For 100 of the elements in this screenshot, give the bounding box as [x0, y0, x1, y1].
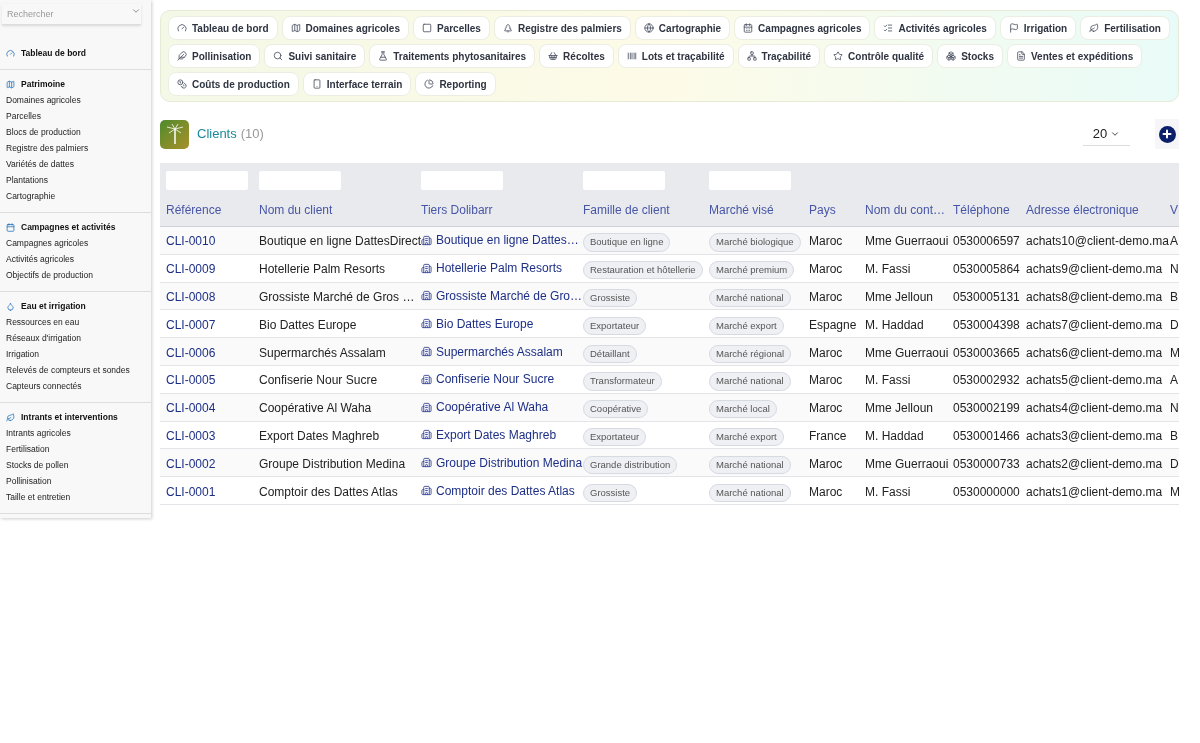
table-cell: Bio Dattes Europe	[259, 317, 357, 332]
tiers-link[interactable]: Coopérative Al Waha	[436, 398, 549, 417]
column-header[interactable]: Téléphone	[953, 203, 1010, 217]
sidebar-item[interactable]: Activités agricoles	[0, 251, 151, 267]
nav-button[interactable]: Cartographie	[634, 16, 731, 40]
section-heading[interactable]: Tableau de bord	[21, 46, 87, 60]
tiers-link[interactable]: Boutique en ligne Dattes…	[436, 231, 579, 250]
reference-link[interactable]: CLI-0001	[166, 484, 216, 499]
nav-button[interactable]: Contrôle qualité	[824, 44, 934, 68]
tag: Marché national	[709, 372, 791, 391]
tiers-link[interactable]: Confiserie Nour Sucre	[436, 370, 555, 389]
sidebar-item[interactable]: Taille et entretien	[0, 489, 151, 505]
reference-link[interactable]: CLI-0002	[166, 456, 216, 471]
reference-link[interactable]: CLI-0010	[166, 234, 216, 249]
nav-button[interactable]: Récoltes	[539, 44, 614, 68]
nav-icon	[1016, 51, 1026, 61]
column-header[interactable]: Pays	[809, 203, 836, 217]
section-heading[interactable]: Intrants et interventions	[21, 410, 118, 424]
table-cell: Espagne	[809, 317, 857, 332]
sidebar-item[interactable]: Réseaux d'irrigation	[0, 330, 151, 346]
nav-icon	[626, 51, 637, 61]
sidebar-item[interactable]: Pollinisation	[0, 473, 151, 489]
nav-button[interactable]: Pollinisation	[168, 44, 261, 68]
nav-button[interactable]: Irrigation	[999, 16, 1077, 40]
nav-button[interactable]: Ventes et expéditions	[1007, 44, 1143, 68]
column-header[interactable]: Adresse électronique	[1026, 203, 1139, 217]
reference-link[interactable]: CLI-0006	[166, 345, 216, 360]
nav-button[interactable]: Domaines agricoles	[281, 16, 409, 40]
nav-button[interactable]: Stocks	[937, 44, 1003, 68]
tiers-link[interactable]: Supermarchés Assalam	[436, 342, 563, 361]
column-header[interactable]: Nom du cont…	[865, 203, 946, 217]
sidebar-item[interactable]: Campagnes agricoles	[0, 235, 151, 251]
tiers-link[interactable]: Bio Dattes Europe	[436, 314, 534, 333]
nav-button[interactable]: Registre des palmiers	[493, 16, 631, 40]
nav-button[interactable]: Suivi sanitaire	[264, 44, 366, 68]
sidebar-item[interactable]: Relevés de compteurs et sondes	[0, 362, 151, 378]
sidebar-item[interactable]: Objectifs de production	[0, 267, 151, 283]
reference-link[interactable]: CLI-0003	[166, 428, 216, 443]
column-header[interactable]: Tiers Dolibarr	[421, 203, 493, 217]
reference-link[interactable]: CLI-0004	[166, 401, 216, 416]
column-header[interactable]: V	[1170, 203, 1178, 217]
tiers-link[interactable]: Export Dates Maghreb	[436, 425, 557, 444]
nav-button[interactable]: Coûts de production	[168, 72, 299, 96]
nav-button[interactable]: Activités agricoles	[874, 16, 996, 40]
tag: Exportateur	[583, 316, 647, 336]
page-size-select[interactable]: 20	[1083, 122, 1130, 146]
sidebar-item[interactable]: Blocs de production	[0, 124, 151, 140]
search-field[interactable]: Rechercher	[2, 4, 141, 25]
reference-link[interactable]: CLI-0009	[166, 262, 216, 277]
nav-button[interactable]: Tableau de bord	[168, 16, 278, 40]
nav-button[interactable]: Campagnes agricoles	[734, 16, 871, 40]
table-cell: M. Haddad	[865, 317, 924, 332]
reference-link[interactable]: CLI-0008	[166, 290, 216, 304]
sidebar-item[interactable]: Intrants agricoles	[0, 425, 151, 441]
nav-button[interactable]: Traitements phytosanitaires	[369, 44, 536, 68]
sidebar-item[interactable]: Parcelles	[0, 108, 151, 124]
column-header[interactable]: Marché visé	[709, 203, 774, 217]
table-cell: 0530006597	[953, 234, 1020, 249]
table-cell: Maroc	[809, 234, 843, 249]
sidebar-item[interactable]: Stocks de pollen	[0, 457, 151, 473]
nav-button[interactable]: Fertilisation	[1080, 16, 1170, 40]
table-cell: N	[1170, 401, 1179, 416]
section-icon	[6, 79, 15, 89]
table-cell: Boutique en ligne DattesDirect	[259, 234, 422, 249]
section-heading[interactable]: Patrimoine	[21, 77, 65, 91]
column-header[interactable]: Famille de client	[583, 203, 670, 217]
sidebar-item[interactable]: Cartographie	[0, 188, 151, 204]
table-cell: Groupe Distribution Medina	[259, 456, 406, 471]
sidebar-item[interactable]: Plantations	[0, 172, 151, 188]
table-cell: achats4@client-demo.ma	[1026, 401, 1163, 416]
tiers-link[interactable]: Grossiste Marché de Gro…	[436, 287, 583, 305]
column-header[interactable]: Référence	[166, 203, 222, 217]
tag: Marché local	[709, 400, 777, 419]
tag: Transformateur	[583, 372, 662, 391]
tag: Grande distribution	[583, 455, 678, 474]
nav-button[interactable]: Parcelles	[413, 16, 490, 40]
nav-button[interactable]: Traçabilité	[737, 44, 821, 68]
tiers-link[interactable]: Groupe Distribution Medina	[436, 453, 583, 472]
tiers-link[interactable]: Hotellerie Palm Resorts	[436, 259, 563, 278]
table-cell: M. Fassi	[865, 484, 911, 499]
nav-button[interactable]: Lots et traçabilité	[617, 44, 734, 68]
section-heading[interactable]: Campagnes et activités	[21, 220, 116, 234]
nav-button[interactable]: Reporting	[415, 72, 496, 96]
sidebar-item[interactable]: Fertilisation	[0, 441, 151, 457]
add-button[interactable]	[1155, 119, 1179, 149]
building-icon	[421, 290, 432, 302]
reference-link[interactable]: CLI-0007	[166, 317, 216, 332]
section-heading[interactable]: Eau et irrigation	[21, 299, 86, 313]
sidebar-item[interactable]: Ressources en eau	[0, 314, 151, 330]
sidebar-item[interactable]: Variétés de dattes	[0, 156, 151, 172]
sidebar-item[interactable]: Registre des palmiers	[0, 140, 151, 156]
column-header[interactable]: Nom du client	[259, 203, 333, 217]
tiers-link[interactable]: Comptoir des Dattes Atlas	[436, 481, 575, 500]
reference-link[interactable]: CLI-0005	[166, 373, 216, 388]
sidebar-item[interactable]: Capteurs connectés	[0, 378, 151, 394]
sidebar-item[interactable]: Irrigation	[0, 346, 151, 362]
tag: Marché biologique	[709, 233, 801, 252]
sidebar-item[interactable]: Domaines agricoles	[0, 92, 151, 108]
nav-button[interactable]: Interface terrain	[302, 72, 412, 96]
table-cell: M	[1170, 484, 1179, 499]
